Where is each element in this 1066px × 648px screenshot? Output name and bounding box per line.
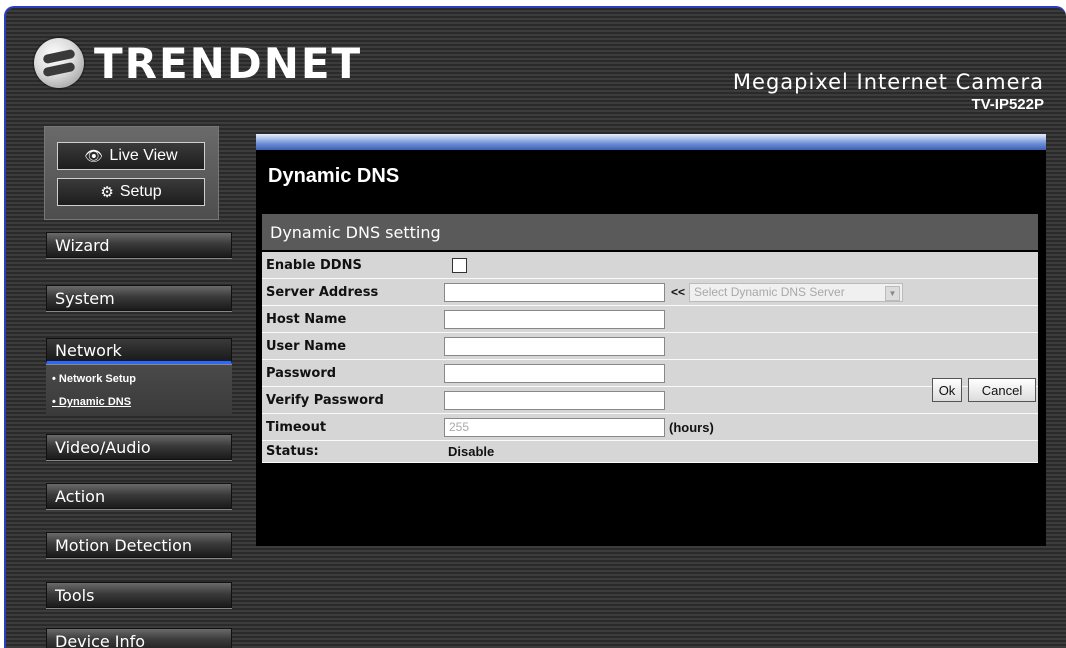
verify-password-label: Verify Password [266, 392, 384, 408]
row-verify-password: Verify Password [262, 387, 1038, 414]
row-status: Status: Disable [262, 441, 1038, 463]
setup-button[interactable]: ⚙ Setup [57, 178, 205, 206]
host-name-label: Host Name [266, 311, 347, 327]
product-info: Megapixel Internet Camera TV-IP522P [733, 70, 1044, 113]
row-user-name: User Name [262, 333, 1038, 360]
main-content: Dynamic DNS Dynamic DNS setting Enable D… [256, 150, 1046, 546]
brand-logo: TRENDNET [34, 38, 362, 88]
gear-icon: ⚙ [100, 184, 114, 201]
submenu-dynamic-dns-label: Dynamic DNS [58, 396, 132, 408]
nav-wizard[interactable]: Wizard [46, 232, 232, 258]
live-view-label: Live View [109, 147, 178, 164]
ddns-server-select[interactable]: Select Dynamic DNS Server ▼ [689, 282, 904, 302]
ddns-server-select-value: Select Dynamic DNS Server [694, 285, 845, 299]
timeout-unit: (hours) [669, 419, 714, 435]
nav-tools[interactable]: Tools [46, 582, 232, 608]
product-name: Megapixel Internet Camera [732, 70, 1044, 94]
logo-text: TRENDNET [94, 38, 363, 88]
cancel-button[interactable]: Cancel [968, 378, 1036, 402]
server-address-label: Server Address [266, 284, 379, 300]
network-submenu: • Network Setup • Dynamic DNS [46, 365, 232, 416]
nav-system[interactable]: System [46, 285, 232, 311]
password-input[interactable] [444, 363, 665, 383]
row-host-name: Host Name [262, 306, 1038, 333]
verify-password-input[interactable] [444, 390, 665, 410]
nav-device-info[interactable]: Device Info [46, 628, 232, 648]
password-label: Password [266, 365, 337, 381]
enable-ddns-label: Enable DDNS [266, 257, 362, 273]
select-arrows: << [671, 285, 686, 299]
row-password: Password [262, 360, 1038, 387]
chevron-down-icon: ▼ [885, 285, 901, 301]
user-name-label: User Name [266, 338, 347, 354]
submenu-network-setup-label: Network Setup [58, 373, 136, 385]
view-mode-panel: 👁 Live View ⚙ Setup [44, 126, 219, 220]
page-title: Dynamic DNS [268, 165, 400, 187]
nav-video-audio[interactable]: Video/Audio [46, 434, 232, 460]
host-name-input[interactable] [444, 309, 665, 329]
nav-motion-detection[interactable]: Motion Detection [46, 532, 232, 558]
nav-network[interactable]: Network [46, 338, 232, 364]
ok-button[interactable]: Ok [932, 378, 962, 402]
status-value: Disable [448, 444, 495, 459]
app-window: TRENDNET Megapixel Internet Camera TV-IP… [4, 6, 1066, 648]
setup-label: Setup [119, 183, 162, 200]
row-timeout: Timeout 255 (hours) [262, 414, 1038, 441]
content-top-bar [256, 134, 1046, 150]
nav-action[interactable]: Action [46, 483, 232, 509]
section-header: Dynamic DNS setting [262, 214, 1038, 250]
ddns-form: Enable DDNS Server Address << Select Dyn… [262, 252, 1038, 463]
submenu-dynamic-dns[interactable]: • Dynamic DNS [52, 396, 131, 408]
row-enable-ddns: Enable DDNS [262, 252, 1038, 279]
submenu-network-setup[interactable]: • Network Setup [52, 373, 136, 385]
timeout-input[interactable]: 255 [444, 417, 665, 437]
timeout-label: Timeout [266, 419, 327, 435]
product-model: TV-IP522P [971, 96, 1044, 113]
status-label: Status: [266, 444, 319, 459]
server-address-input[interactable] [444, 282, 665, 302]
eye-icon: 👁 [84, 148, 104, 165]
trendnet-logo-icon [34, 38, 84, 88]
live-view-button[interactable]: 👁 Live View [57, 142, 205, 170]
user-name-input[interactable] [444, 336, 665, 356]
row-server-address: Server Address << Select Dynamic DNS Ser… [262, 279, 1038, 306]
enable-ddns-checkbox[interactable] [452, 257, 467, 273]
